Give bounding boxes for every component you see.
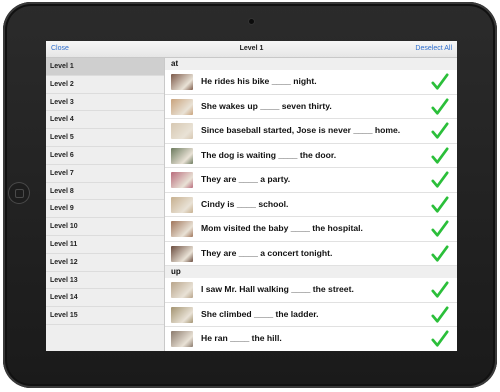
sidebar-item-level-4[interactable]: Level 4 bbox=[46, 111, 164, 130]
checkmark-icon[interactable] bbox=[431, 121, 449, 141]
photo-thumbnail bbox=[171, 306, 193, 323]
checkmark-icon[interactable] bbox=[431, 97, 449, 117]
sentence-row[interactable]: She climbed ____ the ladder. bbox=[165, 303, 457, 327]
sentence-text: She wakes up ____ seven thirty. bbox=[201, 100, 332, 111]
photo-thumbnail bbox=[171, 172, 193, 188]
sentence-list: at He rides his bike ____ night. She wakes… bbox=[165, 58, 457, 351]
level-sidebar: Level 1 Level 2 Level 3 Level 4 Level 5 Level… bbox=[46, 58, 165, 351]
photo-thumbnail bbox=[171, 245, 193, 262]
photo-thumbnail bbox=[171, 74, 193, 90]
sentence-text: Mom visited the baby ____ the hospital. bbox=[201, 223, 363, 233]
photo-thumbnail bbox=[171, 196, 193, 213]
sentence-row[interactable]: They are ____ a party. bbox=[165, 168, 457, 193]
sentence-text: Since baseball started, Jose is never __… bbox=[201, 125, 401, 135]
sentence-text: I saw Mr. Hall walking ____ the street. bbox=[201, 284, 354, 294]
checkmark-icon[interactable] bbox=[431, 219, 449, 239]
sentence-text: He ran ____ the hill. bbox=[201, 333, 282, 343]
sentence-row[interactable]: The dog is waiting ____ the door. bbox=[165, 144, 457, 168]
sentence-row[interactable]: She wakes up ____ seven thirty. bbox=[165, 95, 457, 119]
sentence-text: He rides his bike ____ night. bbox=[201, 76, 317, 86]
sidebar-item-level-11[interactable]: Level 11 bbox=[46, 236, 164, 254]
sidebar-item-level-6[interactable]: Level 6 bbox=[46, 147, 164, 165]
photo-thumbnail bbox=[171, 221, 193, 237]
sentence-row[interactable]: I saw Mr. Hall walking ____ the street. bbox=[165, 278, 457, 303]
checkmark-icon[interactable] bbox=[431, 146, 449, 166]
checkmark-icon[interactable] bbox=[431, 305, 449, 325]
sidebar-item-level-3[interactable]: Level 3 bbox=[46, 94, 164, 112]
photo-thumbnail bbox=[171, 123, 193, 139]
sidebar-item-level-8[interactable]: Level 8 bbox=[46, 183, 164, 201]
sentence-text: Cindy is ____ school. bbox=[201, 198, 289, 209]
sentence-row[interactable]: Mom visited the baby ____ the hospital. bbox=[165, 217, 457, 242]
sidebar-item-level-1[interactable]: Level 1 bbox=[46, 58, 164, 76]
sentence-row[interactable]: He ran ____ the hill. bbox=[165, 327, 457, 351]
sidebar-item-level-10[interactable]: Level 10 bbox=[46, 218, 164, 236]
app-screen: Close Level 1 Deselect All Level 1 Level … bbox=[46, 41, 457, 351]
checkmark-icon[interactable] bbox=[431, 72, 449, 92]
sidebar-item-level-14[interactable]: Level 14 bbox=[46, 289, 164, 308]
checkmark-icon[interactable] bbox=[431, 170, 449, 190]
section-header: up bbox=[165, 266, 457, 278]
deselect-all-button[interactable]: Deselect All bbox=[415, 45, 452, 52]
photo-thumbnail bbox=[171, 98, 193, 115]
sentence-text: The dog is waiting ____ the door. bbox=[201, 149, 337, 160]
checkmark-icon[interactable] bbox=[431, 195, 449, 215]
sidebar-item-level-12[interactable]: Level 12 bbox=[46, 254, 164, 272]
sidebar-item-level-9[interactable]: Level 9 bbox=[46, 200, 164, 219]
photo-thumbnail bbox=[171, 147, 193, 164]
sentence-row[interactable]: They are ____ a concert tonight. bbox=[165, 242, 457, 266]
camera-icon bbox=[249, 19, 254, 24]
photo-thumbnail bbox=[171, 331, 193, 347]
sentence-text: They are ____ a party. bbox=[201, 174, 291, 184]
sentence-row[interactable]: He rides his bike ____ night. bbox=[165, 70, 457, 95]
home-button[interactable] bbox=[8, 182, 30, 204]
sidebar-item-level-5[interactable]: Level 5 bbox=[46, 129, 164, 147]
photo-thumbnail bbox=[171, 282, 193, 298]
checkmark-icon[interactable] bbox=[431, 329, 449, 349]
sentence-row[interactable]: Since baseball started, Jose is never __… bbox=[165, 119, 457, 144]
section-header: at bbox=[165, 58, 457, 70]
page-title: Level 1 bbox=[239, 45, 264, 52]
sidebar-item-level-2[interactable]: Level 2 bbox=[46, 76, 164, 94]
sentence-text: She climbed ____ the ladder. bbox=[201, 308, 319, 319]
checkmark-icon[interactable] bbox=[431, 244, 449, 264]
sidebar-item-level-7[interactable]: Level 7 bbox=[46, 165, 164, 183]
sentence-row[interactable]: Cindy is ____ school. bbox=[165, 193, 457, 217]
navigation-bar: Close Level 1 Deselect All bbox=[46, 41, 457, 58]
checkmark-icon[interactable] bbox=[431, 280, 449, 300]
sentence-text: They are ____ a concert tonight. bbox=[201, 247, 333, 258]
sidebar-item-level-13[interactable]: Level 13 bbox=[46, 272, 164, 290]
sidebar-item-level-15[interactable]: Level 15 bbox=[46, 307, 164, 325]
